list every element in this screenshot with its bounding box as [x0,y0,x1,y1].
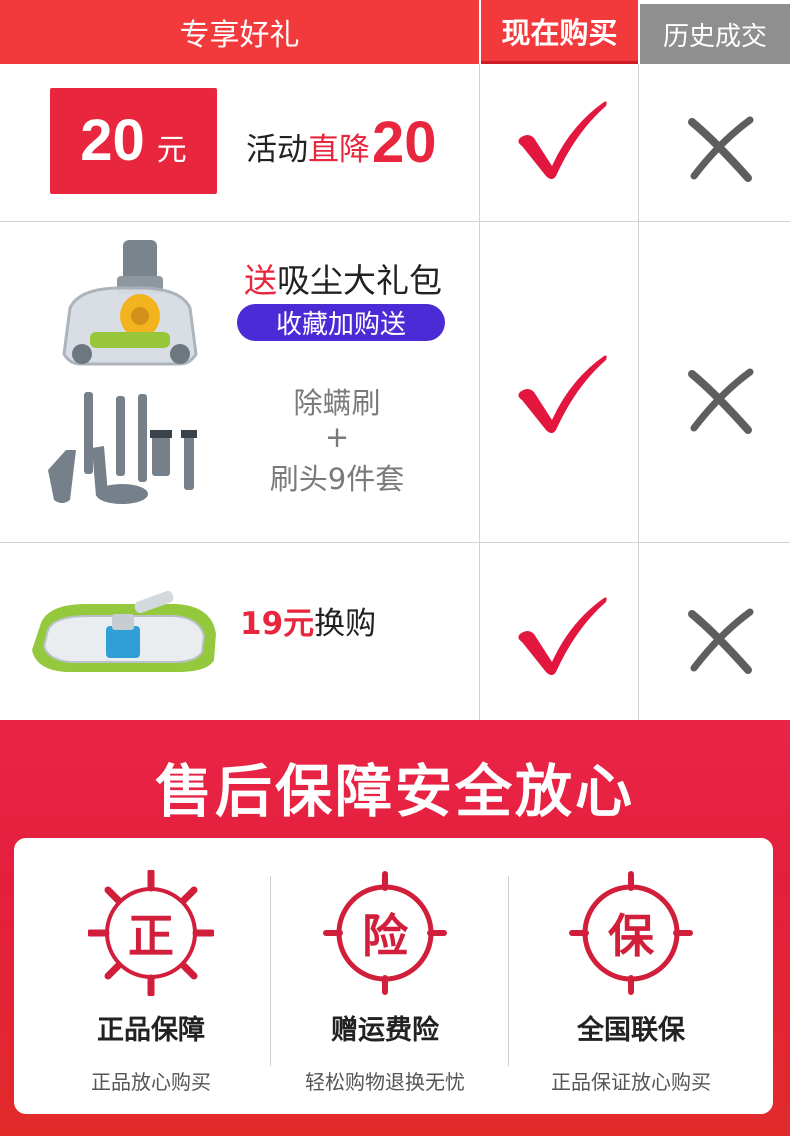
discount-highlight: 直降 [308,132,370,168]
row-divider [0,221,790,222]
gift-item-line: 除螨刷 [293,386,381,420]
column-divider [638,64,639,720]
red-check-mark-icon [518,101,607,179]
turbo-brush-image [62,240,198,366]
after-sales-section: 售后保障安全放心 正 正品保障 正品放心购买 险 赠运费险 轻松购物退换无忧 保… [0,720,790,1136]
exchange-label: 换购 [314,606,377,642]
guarantee-subtitle: 轻松购物退换无忧 [305,1070,465,1094]
seal-character: 保 [608,909,654,963]
coupon-amount: 20 [80,108,145,173]
gift-pack-title-highlight: 送 [244,261,277,300]
seal-character: 险 [362,909,408,963]
guarantee-card: 正 正品保障 正品放心购买 险 赠运费险 轻松购物退换无忧 保 全国联保 正品保… [14,838,773,1114]
header-buy-now: 现在购买 [481,0,638,64]
brush-heads-set-image [48,392,197,504]
after-sales-title: 售后保障安全放心 [155,759,635,825]
guarantee-nationwide-warranty: 保 全国联保 正品保证放心购买 [508,838,754,1114]
guarantee-shipping-insurance: 险 赠运费险 轻松购物退换无忧 [262,838,508,1114]
coupon-badge: 20 元 [50,88,217,194]
gift-pack-title-text: 吸尘大礼包 [277,261,442,300]
favorite-and-cart-button[interactable]: 收藏加购送 [237,304,445,341]
gray-cross-mark-icon [688,116,754,182]
discount-number: 20 [372,110,437,175]
discount-prefix: 活动 [246,132,308,168]
exchange-offer: 19元换购 [240,598,376,643]
guarantee-subtitle: 正品保证放心购买 [551,1070,711,1094]
gray-cross-mark-icon [688,608,754,674]
guarantee-title: 全国联保 [577,1015,685,1046]
guarantee-title: 赠运费险 [331,1015,439,1046]
header-history: 历史成交 [640,4,790,64]
seal-character: 正 [128,909,174,963]
row-divider [0,542,790,543]
guarantee-genuine: 正 正品保障 正品放心购买 [28,838,274,1114]
comparison-table: 专享好礼 现在购买 历史成交 20 元 活动 直降 20 送吸尘大礼包 收藏加购… [0,0,790,720]
red-check-mark-icon [518,355,607,433]
gift-pack-title: 送吸尘大礼包 [244,254,442,302]
guarantee-title: 正品保障 [97,1015,205,1046]
column-divider [479,64,480,720]
header-gift: 专享好礼 [0,0,479,64]
gift-item-line: + [324,420,350,454]
exchange-price: 19元 [240,606,315,642]
gray-cross-mark-icon [688,368,754,434]
guarantee-subtitle: 正品放心购买 [91,1070,211,1094]
red-check-mark-icon [518,597,607,675]
mop-head-image [32,590,216,672]
coupon-unit: 元 [156,133,187,168]
discount-text: 活动 直降 20 [246,110,437,172]
gift-item-line: 刷头9件套 [269,462,405,496]
